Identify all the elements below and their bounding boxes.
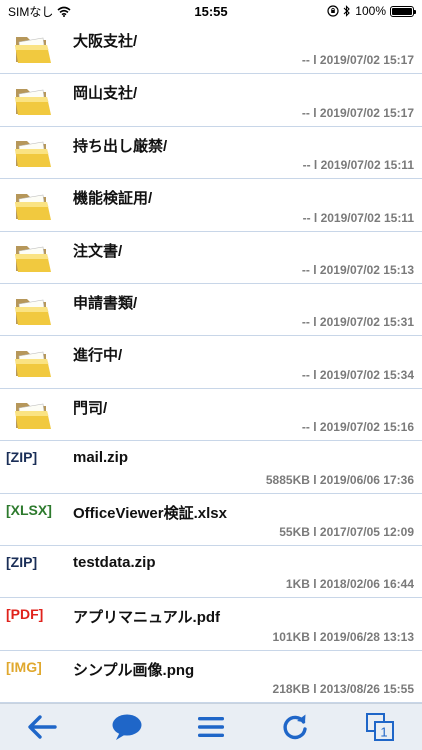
file-name: mail.zip: [73, 449, 129, 467]
folder-row[interactable]: 注文書/ -- l 2019/07/02 15:13: [0, 232, 422, 284]
folder-icon: [15, 89, 51, 116]
carrier-label: SIMなし: [8, 4, 54, 19]
menu-button[interactable]: [187, 707, 235, 747]
refresh-icon: [283, 714, 308, 740]
folder-meta: -- l 2019/07/02 15:17: [301, 53, 414, 68]
folder-meta: -- l 2019/07/02 15:34: [301, 367, 414, 382]
folder-icon: [15, 403, 51, 430]
file-meta: 5885KB l 2019/06/06 17:36: [265, 472, 414, 487]
status-bar: SIMなし 15:55 100%: [0, 0, 422, 22]
file-meta: 1KB l 2018/02/06 16:44: [285, 577, 414, 592]
folder-row[interactable]: 岡山支社/ -- l 2019/07/02 15:17: [0, 74, 422, 127]
bottom-toolbar: 1: [0, 703, 422, 750]
folder-row[interactable]: 申請書類/ -- l 2019/07/02 15:31: [0, 284, 422, 337]
file-row[interactable]: [IMG] シンプル画像.png 218KB l 2013/08/26 15:55: [0, 651, 422, 703]
folder-row[interactable]: 機能検証用/ -- l 2019/07/02 15:11: [0, 179, 422, 232]
refresh-button[interactable]: [271, 707, 319, 747]
file-meta: 101KB l 2019/06/28 13:13: [272, 629, 414, 644]
status-right: 100%: [327, 4, 416, 18]
folder-icon: [15, 298, 51, 325]
orientation-lock-icon: [327, 5, 339, 17]
file-name: OfficeViewer検証.xlsx: [73, 504, 227, 522]
file-meta: 218KB l 2013/08/26 15:55: [272, 682, 414, 697]
folder-name: 大阪支社/: [73, 33, 138, 50]
windows-count: 1: [380, 725, 387, 740]
battery-level: [392, 7, 412, 15]
file-row[interactable]: [XLSX] OfficeViewer検証.xlsx 55KB l 2017/07/…: [0, 494, 422, 546]
folder-icon-cell: [8, 284, 58, 335]
folder-row[interactable]: 進行中/ -- l 2019/07/02 15:34: [0, 336, 422, 389]
file-meta: 55KB l 2017/07/05 12:09: [279, 524, 414, 539]
folder-meta: -- l 2019/07/02 15:17: [301, 105, 414, 120]
folder-meta: -- l 2019/07/02 15:31: [301, 315, 414, 330]
folder-name: 進行中/: [73, 347, 123, 365]
arrow-left-icon: [28, 715, 57, 739]
folder-name: 注文書/: [73, 242, 123, 260]
wifi-icon: [57, 6, 71, 17]
windows-button[interactable]: 1: [356, 707, 404, 747]
folder-name: 持ち出し厳禁/: [73, 137, 168, 155]
folder-icon: [15, 246, 51, 273]
folder-icon: [15, 193, 51, 220]
folder-icon-cell: [8, 232, 58, 283]
folder-icon-cell: [8, 74, 58, 125]
file-row[interactable]: [PDF] アプリマニュアル.pdf 101KB l 2019/06/28 13:1…: [0, 598, 422, 651]
file-row[interactable]: [ZIP] testdata.zip 1KB l 2018/02/06 16:44: [0, 546, 422, 599]
folder-name: 岡山支社/: [73, 85, 138, 103]
file-type-tag: [PDF]: [6, 606, 44, 623]
battery-percent: 100%: [355, 4, 386, 18]
battery-icon: [390, 5, 416, 17]
status-left: SIMなし: [8, 3, 71, 20]
file-row[interactable]: [ZIP] mail.zip 5885KB l 2019/06/06 17:36: [0, 441, 422, 494]
folder-meta: -- l 2019/07/02 15:13: [301, 262, 414, 277]
folder-name: 門司/: [73, 399, 108, 417]
hamburger-menu-icon: [197, 717, 224, 737]
folder-icon-cell: [8, 22, 58, 73]
file-type-tag: [IMG]: [6, 658, 42, 675]
speech-bubble-icon: [112, 714, 142, 740]
folder-meta: -- l 2019/07/02 15:11: [302, 158, 414, 173]
file-type-tag: [ZIP]: [6, 449, 38, 466]
folder-icon: [15, 36, 51, 63]
back-button[interactable]: [18, 707, 66, 747]
folder-row[interactable]: 門司/ -- l 2019/07/02 15:16: [0, 389, 422, 442]
folder-icon-cell: [8, 389, 58, 440]
folder-row[interactable]: 持ち出し厳禁/ -- l 2019/07/02 15:11: [0, 127, 422, 180]
folder-icon: [15, 351, 51, 378]
folder-name: 機能検証用/: [73, 190, 153, 208]
file-type-tag: [ZIP]: [6, 553, 38, 570]
folder-icon-cell: [8, 179, 58, 230]
folder-icon-cell: [8, 336, 58, 387]
file-list[interactable]: 大阪支社/ -- l 2019/07/02 15:17 岡山支社/ -- l 2019…: [0, 22, 422, 703]
folder-name: 申請書類/: [73, 294, 138, 312]
bluetooth-icon: [343, 5, 351, 17]
file-name: シンプル画像.png: [73, 661, 195, 679]
folder-icon-cell: [8, 127, 58, 178]
chat-button[interactable]: [103, 707, 151, 747]
file-name: アプリマニュアル.pdf: [73, 609, 221, 627]
folder-icon: [15, 141, 51, 168]
file-type-tag: [XLSX]: [6, 501, 52, 518]
folder-meta: -- l 2019/07/02 15:11: [302, 210, 414, 225]
folder-row[interactable]: 大阪支社/ -- l 2019/07/02 15:17: [0, 22, 422, 75]
windows-icon: 1: [365, 713, 394, 741]
file-name: testdata.zip: [73, 553, 156, 571]
folder-meta: -- l 2019/07/02 15:16: [301, 420, 414, 435]
